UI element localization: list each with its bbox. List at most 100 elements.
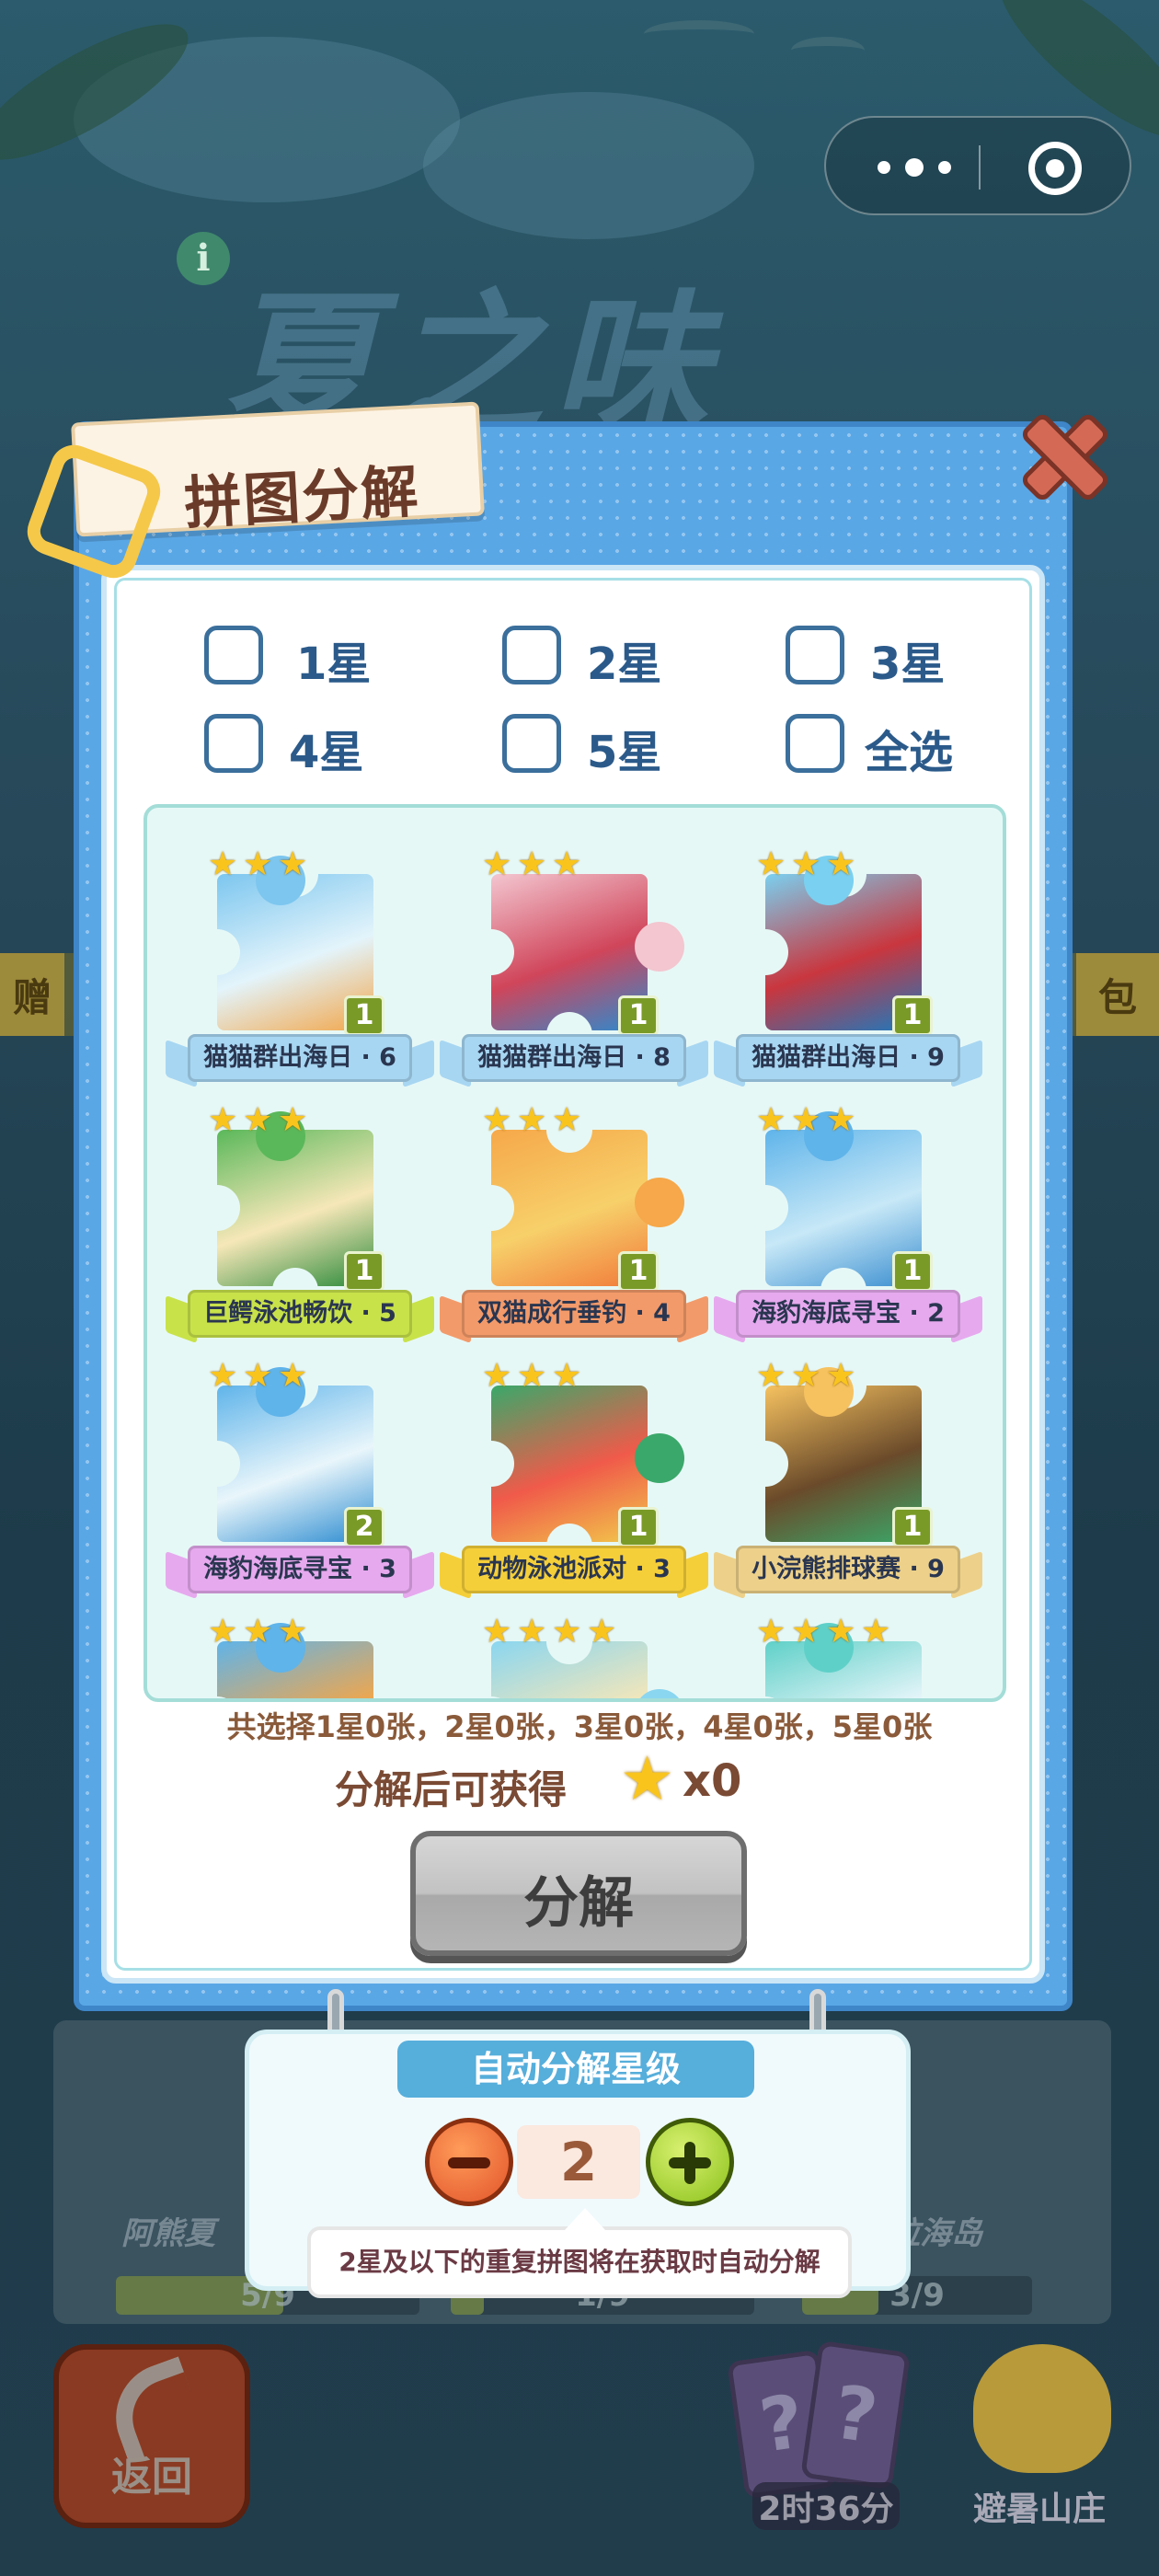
checkbox-2-star[interactable]: [502, 626, 561, 684]
piece-count-badge: 1: [344, 1251, 384, 1292]
star-icon: ★: [278, 1613, 308, 1650]
puzzle-grid: ★ ★ ★ 1 猫猫群出海日 · 6 ★ ★ ★ 1 猫猫群出海日 · 8 ★ ★ ★ 1 猫猫群出海日 ·…: [143, 804, 1006, 1702]
star-icon: ★: [826, 845, 856, 883]
checkbox-4-star-label: 4星: [289, 727, 364, 778]
puzzle-name: 猫猫群出海日 · 8: [477, 1043, 671, 1072]
back-button[interactable]: 返回: [53, 2344, 250, 2528]
star-icon: ★: [826, 1357, 856, 1395]
puzzle-name: 海豹海底寻宝 · 3: [203, 1555, 396, 1583]
star-icon: ★: [826, 1613, 856, 1650]
puzzle-tile[interactable]: ★ ★ ★: [164, 1597, 436, 1698]
star-icon: ★: [278, 1357, 308, 1395]
star-icon: ★: [756, 1101, 786, 1139]
auto-decompose-note: 2星及以下的重复拼图将在获取时自动分解: [307, 2208, 852, 2298]
star-icon: ★: [482, 1613, 512, 1650]
duck-icon[interactable]: [973, 2344, 1111, 2473]
star-rating: ★ ★ ★: [208, 1360, 311, 1393]
selection-summary: 共选择1星0张，2星0张，3星0张，4星0张，5星0张: [226, 1709, 933, 1744]
piece-count-badge: 1: [892, 995, 933, 1036]
checkbox-3-star[interactable]: [786, 626, 844, 684]
piece-count-badge: 1: [618, 1507, 659, 1547]
puzzle-name-ribbon: 猫猫群出海日 · 9: [712, 1034, 984, 1088]
star-rating: ★ ★ ★ ★: [482, 1616, 620, 1649]
star-icon: ★: [791, 845, 821, 883]
star-icon: ★: [517, 1101, 547, 1139]
star-icon: ★: [826, 1101, 856, 1139]
close-miniprogram-icon[interactable]: [1028, 142, 1082, 195]
piece-count-badge: 2: [344, 1507, 384, 1547]
star-rating: ★ ★ ★: [756, 1104, 859, 1137]
puzzle-name-ribbon: 巨鳄泳池畅饮 · 5: [164, 1290, 436, 1344]
checkbox-2-star-label: 2星: [587, 638, 662, 690]
auto-decompose-title: 自动分解星级: [397, 2041, 754, 2098]
star-icon: ★: [482, 1101, 512, 1139]
banner-left-text: 赠: [0, 953, 64, 1036]
checkbox-1-star[interactable]: [204, 626, 263, 684]
star-icon: ★: [517, 845, 547, 883]
increase-level-button[interactable]: [646, 2118, 734, 2206]
info-icon[interactable]: i: [177, 232, 230, 285]
puzzle-tile[interactable]: ★ ★ ★ 1 猫猫群出海日 · 9: [712, 830, 984, 1088]
star-icon: ★: [620, 1743, 675, 1814]
puzzle-name: 小浣熊排球赛 · 9: [752, 1555, 945, 1583]
puzzle-name-ribbon: 海豹海底寻宝 · 3: [164, 1546, 436, 1600]
star-icon: ★: [861, 1613, 891, 1650]
star-icon: ★: [756, 1357, 786, 1395]
more-icon[interactable]: [878, 151, 951, 184]
star-icon: ★: [278, 1101, 308, 1139]
puzzle-name-ribbon: 猫猫群出海日 · 6: [164, 1034, 436, 1088]
star-icon: ★: [756, 1613, 786, 1650]
cloud-decoration: [423, 92, 754, 239]
star-icon: ★: [208, 1357, 238, 1395]
puzzle-tile[interactable]: ★ ★ ★ 1 动物泳池派对 · 3: [438, 1341, 710, 1600]
puzzle-tile[interactable]: ★ ★ ★ 1 双猫成行垂钓 · 4: [438, 1086, 710, 1344]
star-icon: ★: [756, 845, 786, 883]
checkbox-3-star-label: 3星: [870, 638, 946, 690]
puzzle-knob: [635, 1178, 684, 1227]
summer-resort-label: 避暑山庄: [972, 2490, 1106, 2528]
puzzle-tile[interactable]: ★ ★ ★ 1 猫猫群出海日 · 6: [164, 830, 436, 1088]
star-icon: ★: [482, 1357, 512, 1395]
piece-count-badge: 1: [618, 995, 659, 1036]
star-icon: ★: [587, 1613, 617, 1650]
reward-amount: x0: [683, 1755, 742, 1807]
puzzle-tile[interactable]: ★ ★ ★ 2 海豹海底寻宝 · 3: [164, 1341, 436, 1600]
star-icon: ★: [243, 1101, 273, 1139]
star-icon: ★: [552, 845, 582, 883]
close-button[interactable]: [1016, 408, 1104, 497]
puzzle-tile[interactable]: ★ ★ ★ ★: [438, 1597, 710, 1698]
seagull-icon: [791, 37, 865, 64]
star-rating: ★ ★ ★: [482, 1104, 585, 1137]
piece-count-badge: 1: [892, 1507, 933, 1547]
puzzle-name: 海豹海底寻宝 · 2: [752, 1299, 945, 1328]
star-icon: ★: [278, 845, 308, 883]
auto-level-value: 2: [517, 2125, 640, 2199]
album-card-title-left: 阿熊夏: [121, 2215, 215, 2252]
decompose-button[interactable]: 分解: [410, 1831, 747, 1956]
puzzle-name: 动物泳池派对 · 3: [477, 1555, 671, 1583]
puzzle-tile[interactable]: ★ ★ ★ 1 巨鳄泳池畅饮 · 5: [164, 1086, 436, 1344]
star-rating: ★ ★ ★: [756, 848, 859, 881]
star-icon: ★: [243, 845, 273, 883]
puzzle-name-ribbon: 双猫成行垂钓 · 4: [438, 1290, 710, 1344]
checkbox-select-all[interactable]: [786, 714, 844, 773]
card-pack-icon[interactable]: ?: [800, 2340, 911, 2490]
puzzle-name-ribbon: 猫猫群出海日 · 8: [438, 1034, 710, 1088]
checkbox-5-star[interactable]: [502, 714, 561, 773]
star-icon: ★: [243, 1357, 273, 1395]
checkbox-4-star[interactable]: [204, 714, 263, 773]
capsule-menu: [824, 116, 1131, 215]
puzzle-tile[interactable]: ★ ★ ★ 1 小浣熊排球赛 · 9: [712, 1341, 984, 1600]
puzzle-tile[interactable]: ★ ★ ★ ★: [712, 1597, 984, 1698]
back-label: 返回: [111, 2454, 192, 2501]
star-rating: ★ ★ ★: [208, 848, 311, 881]
decrease-level-button[interactable]: [425, 2118, 513, 2206]
star-icon: ★: [552, 1101, 582, 1139]
star-icon: ★: [517, 1357, 547, 1395]
puzzle-tile[interactable]: ★ ★ ★ 1 猫猫群出海日 · 8: [438, 830, 710, 1088]
star-rating: ★ ★ ★ ★: [756, 1616, 894, 1649]
puzzle-tile[interactable]: ★ ★ ★ 1 海豹海底寻宝 · 2: [712, 1086, 984, 1344]
checkbox-1-star-label: 1星: [296, 638, 372, 690]
star-rating: ★ ★ ★: [756, 1360, 859, 1393]
card-pack-timer: 2时36分: [752, 2482, 900, 2530]
